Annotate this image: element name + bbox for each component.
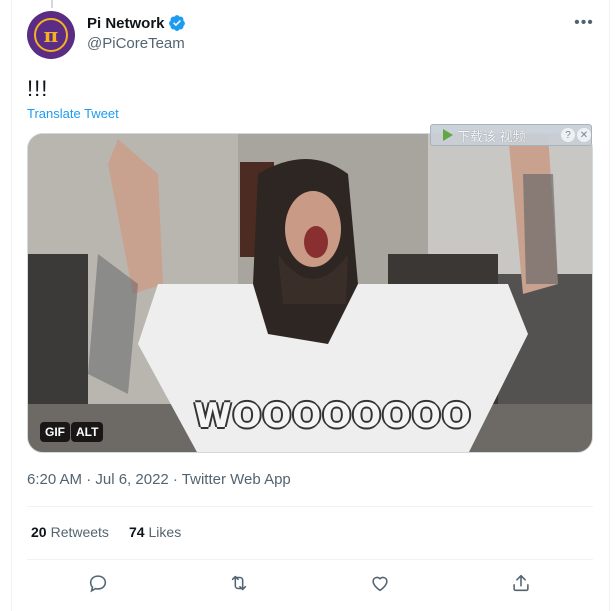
divider [27, 559, 593, 560]
divider [27, 506, 593, 507]
likes-count: 74 [128, 524, 145, 540]
gif-caption: WOOOOOOOO [194, 396, 472, 436]
play-icon [443, 129, 453, 141]
avatar-glyph: π [43, 23, 59, 47]
author-handle[interactable]: @PiCoreTeam [87, 35, 185, 52]
verified-badge-icon [168, 15, 185, 31]
help-icon[interactable]: ? [561, 128, 575, 142]
gif-media[interactable]: WOOOOOOOO GIF ALT [27, 133, 593, 453]
download-video-label[interactable]: 下载该 视频 [457, 126, 526, 145]
author-name-row[interactable]: Pi Network [87, 14, 186, 32]
tweet-action-bar [27, 566, 593, 600]
retweets-label: Retweets [50, 524, 109, 540]
share-icon[interactable] [504, 566, 538, 600]
gif-badge: GIF [40, 422, 70, 442]
likes-stat[interactable]: 74 Likes [129, 524, 181, 540]
alt-text-button[interactable]: ALT [71, 422, 104, 442]
tweet-detail: π Pi Network @PiCoreTeam ••• !!! Transla… [0, 0, 615, 611]
column-border-right [609, 0, 610, 611]
retweets-count: 20 [31, 524, 47, 540]
like-icon[interactable] [363, 566, 397, 600]
tweet-stats: 20 Retweets 74 Likes [31, 524, 201, 540]
column-border-left [11, 0, 12, 611]
tweet-text: !!! [27, 76, 49, 101]
pi-logo-icon: π [34, 18, 68, 52]
likes-label: Likes [148, 524, 182, 540]
translate-tweet-link[interactable]: Translate Tweet [27, 106, 119, 121]
retweet-icon[interactable] [222, 566, 256, 600]
display-name[interactable]: Pi Network [87, 15, 165, 32]
retweets-stat[interactable]: 20 Retweets [31, 524, 109, 540]
download-video-bar[interactable]: 下载该 视频 ? ✕ [430, 124, 592, 146]
avatar[interactable]: π [27, 11, 75, 59]
thread-connector [51, 0, 53, 8]
close-icon[interactable]: ✕ [577, 128, 591, 142]
more-icon[interactable]: ••• [571, 12, 597, 34]
tweet-timestamp[interactable]: 6:20 AM · Jul 6, 2022 · Twitter Web App [27, 471, 291, 488]
reply-icon[interactable] [81, 566, 115, 600]
